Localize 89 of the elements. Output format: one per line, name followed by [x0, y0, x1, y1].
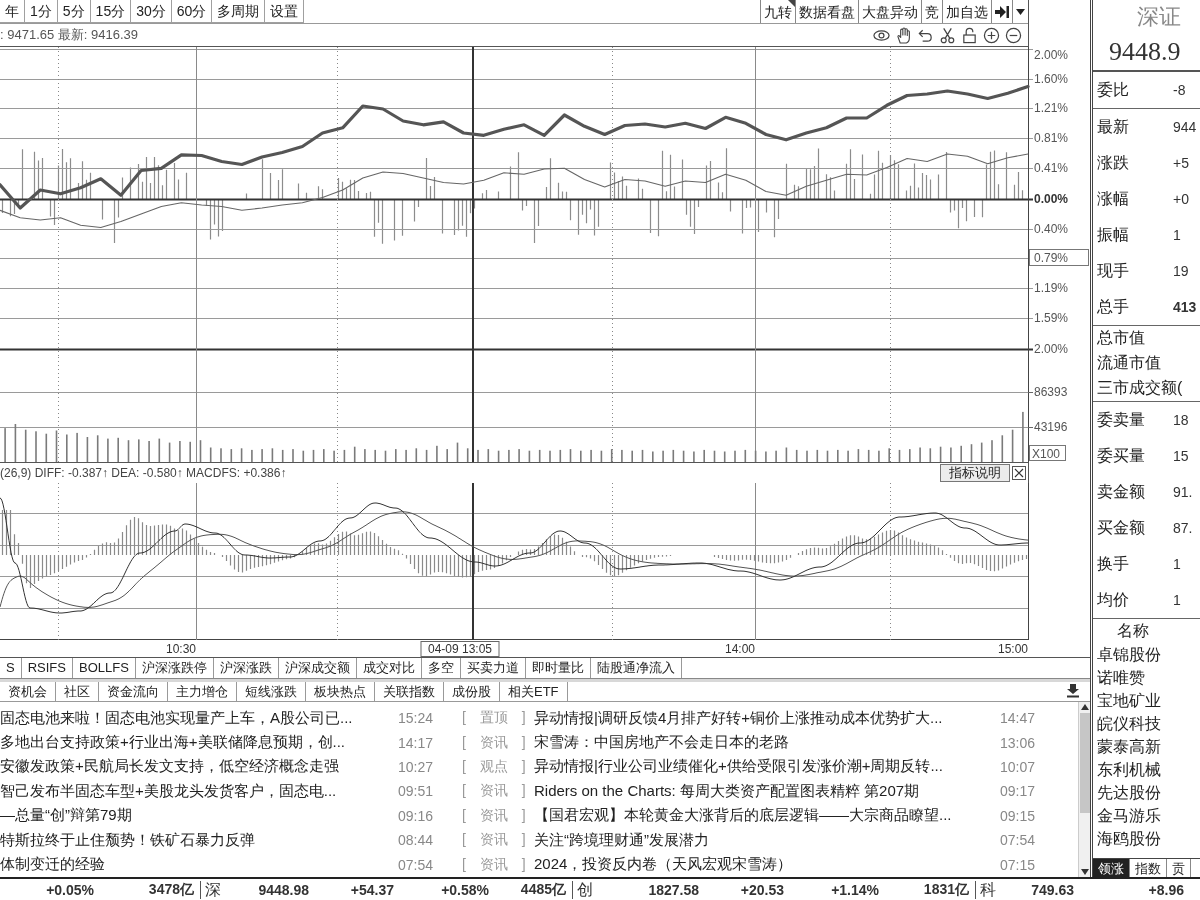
status-value: +8.96	[1147, 881, 1185, 898]
axis-label: 2.00%	[1034, 48, 1069, 62]
field-label: 委买量	[1097, 445, 1146, 466]
field-value: 91.	[1173, 484, 1193, 500]
status-value: +0.58%	[440, 881, 490, 898]
news-time: 09:17	[1000, 783, 1037, 800]
field-value: 1	[1173, 592, 1181, 608]
news-time: 15:24	[398, 710, 435, 727]
field-label: 总手	[1097, 296, 1130, 317]
field-label: 均价	[1097, 589, 1130, 610]
news-category: [ 资讯 ]	[461, 831, 527, 850]
field-value: 944	[1173, 119, 1197, 135]
column-header: 名称	[1116, 621, 1150, 641]
field-label: 最新	[1097, 116, 1130, 137]
time-label: 10:30	[165, 642, 196, 656]
axis-label: 1.59%	[1034, 311, 1069, 326]
news-time: 09:51	[398, 783, 435, 800]
market-label: 创	[572, 880, 605, 899]
status-value: 1827.58	[647, 881, 700, 898]
status-value: +20.53	[739, 881, 785, 898]
news-time: 09:16	[398, 807, 435, 824]
status-value: +54.37	[349, 881, 395, 898]
market-label: 深	[200, 880, 232, 899]
axis-label: 0.00%	[1034, 192, 1069, 206]
axis-label: 0.40%	[1034, 222, 1069, 236]
news-category: [ 资讯 ]	[461, 806, 527, 825]
y-tick-label: 0.79%	[1034, 251, 1069, 266]
field-label: 流通市值	[1097, 353, 1162, 373]
axis-label: 0.81%	[1034, 131, 1069, 146]
axis-label: 43196	[1034, 420, 1068, 435]
news-time: 07:54	[1000, 832, 1037, 849]
time-label: 15:00	[997, 642, 1028, 656]
crosshair-time-label: 04-09 13:05	[420, 641, 500, 657]
field-value: 413	[1173, 299, 1197, 315]
news-time: 09:15	[1000, 807, 1037, 824]
field-value: 87.	[1173, 520, 1193, 536]
status-value: 3478亿	[147, 880, 195, 899]
axis-label: 0.41%	[1034, 161, 1069, 176]
status-value: +0.05%	[45, 881, 95, 898]
index-name: 深证	[1136, 3, 1182, 31]
field-value: 15	[1173, 448, 1189, 464]
field-label: 涨幅	[1097, 188, 1130, 209]
field-label: 换手	[1097, 553, 1130, 574]
volume-unit-label: X100	[1029, 445, 1066, 461]
field-value: -8	[1173, 82, 1186, 98]
field-label: 委卖量	[1097, 409, 1146, 430]
news-time: 13:06	[1000, 734, 1037, 751]
field-value: +5	[1173, 155, 1189, 171]
status-value: 4485亿	[519, 880, 567, 899]
field-label: 总市值	[1097, 328, 1146, 348]
news-category: [ 置顶 ]	[461, 709, 527, 728]
news-category: [ 资讯 ]	[461, 733, 527, 752]
field-value: 1	[1173, 556, 1181, 572]
field-label: 委比	[1097, 79, 1130, 100]
price-info: : 9471.65 最新: 9416.39	[0, 26, 139, 44]
status-value: +1.14%	[830, 881, 880, 898]
news-category: [ 观点 ]	[461, 757, 527, 776]
field-label: 卖金额	[1097, 481, 1146, 502]
news-time: 07:54	[398, 856, 435, 873]
field-value: 1	[1173, 227, 1181, 243]
field-value: 18	[1173, 412, 1189, 428]
axis-label: 1.60%	[1034, 72, 1069, 86]
news-time: 10:07	[1000, 758, 1037, 775]
field-value: +0	[1173, 191, 1189, 207]
time-label: 14:00	[724, 642, 755, 656]
field-label: 三市成交额(	[1097, 378, 1183, 398]
axis-label: 2.00%	[1034, 342, 1069, 356]
market-label: 科	[975, 880, 1015, 899]
status-value: 9448.98	[257, 881, 310, 898]
field-label: 买金额	[1097, 517, 1146, 538]
news-time: 08:44	[398, 832, 435, 849]
field-label: 现手	[1097, 260, 1130, 281]
axis-label: 86393	[1034, 385, 1068, 400]
news-time: 14:47	[1000, 710, 1037, 727]
news-time: 10:27	[398, 758, 435, 775]
macd-legend: (26,9) DIFF: -0.387↑ DEA: -0.580↑ MACDFS: +0.386↑	[0, 466, 940, 480]
news-time: 07:15	[1000, 856, 1037, 873]
crosshair-value-label: 0.79%	[1029, 249, 1089, 266]
status-value: 1831亿	[922, 880, 970, 899]
field-label: 振幅	[1097, 224, 1130, 245]
news-category: [ 资讯 ]	[461, 782, 527, 801]
news-category: [ 资讯 ]	[461, 855, 527, 874]
axis-label: 1.21%	[1034, 101, 1069, 116]
field-value: 19	[1173, 263, 1189, 279]
axis-label: 1.19%	[1034, 281, 1069, 296]
index-price: 9448.9	[1093, 34, 1200, 72]
news-time: 14:17	[398, 734, 435, 751]
field-label: 涨跌	[1097, 152, 1130, 173]
status-value: 749.63	[1030, 881, 1075, 898]
